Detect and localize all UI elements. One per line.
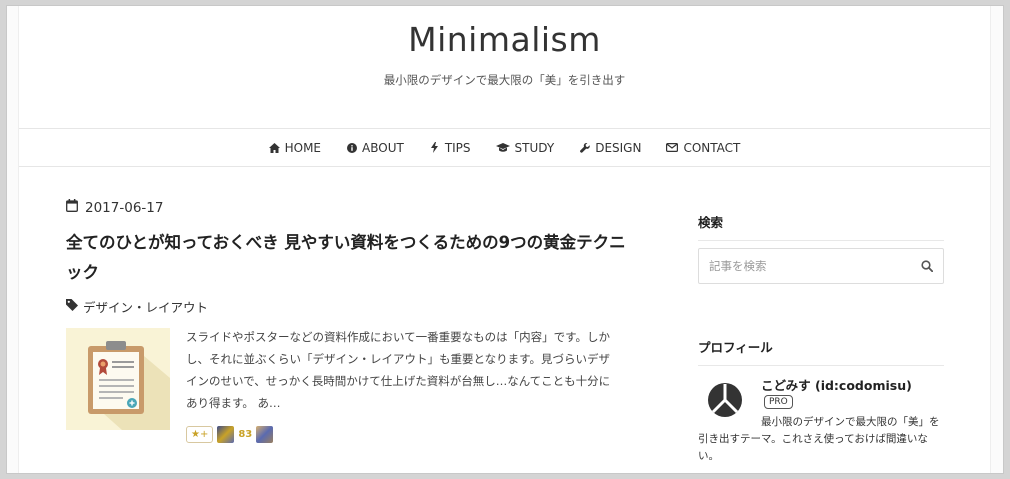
- nav-item-tips[interactable]: TIPS: [429, 141, 471, 155]
- envelope-icon: [666, 142, 679, 153]
- nav-label: STUDY: [514, 140, 555, 155]
- nav-item-design[interactable]: DESIGN: [579, 141, 641, 155]
- nav-item-about[interactable]: ABOUT: [346, 141, 404, 155]
- sidebar-profile-heading: プロフィール: [698, 337, 944, 366]
- add-star-button[interactable]: ★+: [186, 426, 214, 443]
- star-count[interactable]: 83: [238, 429, 252, 440]
- bolt-icon: [429, 142, 440, 153]
- nav-label: ABOUT: [362, 140, 404, 155]
- main-nav: HOME ABOUT TIPS STUDY DESIGN CONTACT: [19, 128, 990, 167]
- post-category[interactable]: デザイン・レイアウト: [66, 297, 208, 316]
- nav-item-home[interactable]: HOME: [268, 140, 322, 155]
- hatena-star-row: ★+ 83: [186, 426, 274, 443]
- site-title[interactable]: Minimalism: [19, 20, 990, 59]
- search-icon[interactable]: [921, 257, 934, 276]
- tag-icon: [66, 299, 78, 314]
- post-thumbnail[interactable]: [66, 328, 170, 430]
- page-frame: Minimalism 最小限のデザインで最大限の「美」を引き出す HOME AB…: [6, 5, 1004, 474]
- nav-label: DESIGN: [595, 140, 642, 155]
- info-circle-icon: [346, 142, 357, 153]
- profile-description: 最小限のデザインで最大限の「美」を引き出すテーマ。これさえ使っておけば間違いない…: [698, 416, 940, 462]
- search-box: [698, 248, 944, 284]
- nav-item-contact[interactable]: CONTACT: [666, 141, 740, 155]
- star-user-avatar[interactable]: [217, 426, 235, 443]
- site-description: 最小限のデザインで最大限の「美」を引き出す: [383, 73, 626, 87]
- clipboard-certificate-icon: [88, 341, 170, 430]
- post-excerpt: スライドやポスターなどの資料作成において一番重要なものは「内容」です。しかし、そ…: [186, 330, 611, 410]
- post-category-label: デザイン・レイアウト: [83, 300, 209, 315]
- star-user-avatar[interactable]: [256, 426, 274, 443]
- wrench-icon: [579, 142, 590, 153]
- page-container: Minimalism 最小限のデザインで最大限の「美」を引き出す HOME AB…: [18, 6, 991, 473]
- sidebar-search-heading: 検索: [698, 212, 944, 241]
- profile-name[interactable]: こどみす (id:codomisu): [761, 375, 912, 394]
- pro-badge: PRO: [764, 395, 793, 409]
- calendar-icon: [66, 199, 78, 216]
- post-title[interactable]: 全てのひとが知っておくべき 見やすい資料をつくるための9つの黄金テクニック: [66, 228, 626, 288]
- post-date: 2017-06-17: [66, 199, 163, 216]
- nav-label: CONTACT: [683, 140, 741, 155]
- graduation-cap-icon: [495, 142, 510, 153]
- post-date-text: 2017-06-17: [85, 199, 164, 216]
- nav-label: TIPS: [444, 140, 471, 155]
- nav-item-study[interactable]: STUDY: [495, 140, 555, 155]
- search-input[interactable]: [709, 259, 921, 273]
- nav-label: HOME: [284, 140, 322, 155]
- home-icon: [268, 142, 280, 153]
